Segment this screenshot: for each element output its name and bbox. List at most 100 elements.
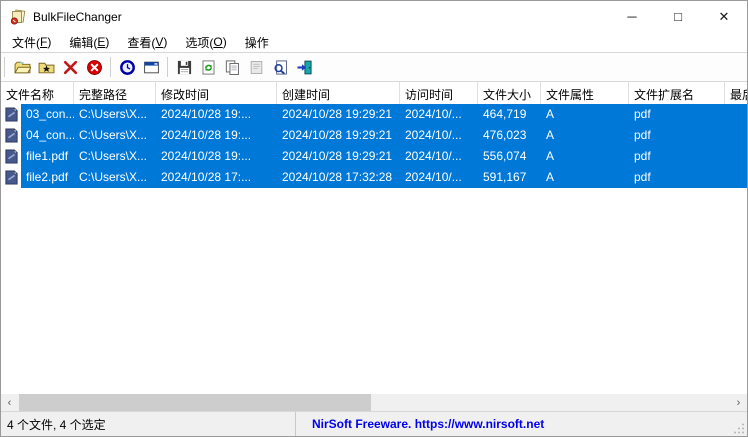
cell-attr: A — [546, 170, 555, 184]
find-icon — [273, 59, 287, 75]
cell-modified: 2024/10/28 19:... — [161, 107, 252, 121]
app-icon — [10, 8, 26, 25]
column-header[interactable]: 完整路径 — [74, 82, 156, 104]
cell-created: 2024/10/28 19:29:21 — [282, 128, 393, 142]
scroll-right-arrow[interactable]: › — [730, 394, 747, 411]
column-header[interactable]: 修改时间 — [156, 82, 277, 104]
exit-button[interactable] — [292, 55, 316, 79]
toolbar-separator — [167, 57, 168, 77]
cell-ext: pdf — [634, 149, 651, 163]
menu-item[interactable]: 文件(F) — [3, 32, 60, 52]
cell-size: 464,719 — [483, 107, 527, 121]
save-icon — [177, 60, 191, 74]
add-by-wildcard-button[interactable] — [34, 55, 58, 79]
cell-size: 476,023 — [483, 128, 527, 142]
remove-selected-button[interactable] — [58, 55, 82, 79]
copy-icon — [225, 59, 239, 75]
cell-accessed: 2024/10/... — [405, 149, 462, 163]
column-header[interactable]: 文件属性 — [541, 82, 629, 104]
window-title: BulkFileChanger — [33, 9, 122, 24]
file-row[interactable]: 03_con... C:\Users\X... 2024/10/28 19:... 2… — [1, 104, 747, 125]
clear-list-button[interactable] — [82, 55, 106, 79]
scrollbar-track[interactable] — [18, 394, 730, 411]
open-files-button[interactable] — [10, 55, 34, 79]
folder-star-icon — [38, 62, 54, 73]
bulkfilechanger-window: BulkFileChanger ─ □ ✕ 文件(F) 编辑(E) 查看(V) 选项(… — [0, 0, 748, 437]
cell-modified: 2024/10/28 19:... — [161, 149, 252, 163]
close-button[interactable]: ✕ — [701, 1, 747, 32]
scroll-left-arrow[interactable]: ‹ — [1, 394, 18, 411]
cell-last — [725, 125, 747, 146]
change-time-button[interactable] — [115, 55, 139, 79]
file-properties-button[interactable] — [244, 55, 268, 79]
cell-last — [725, 146, 747, 167]
file-type-icon — [1, 167, 21, 188]
pdf-file-icon — [5, 170, 18, 185]
cell-last — [725, 167, 747, 188]
scrollbar-thumb[interactable] — [19, 394, 371, 411]
cell-path: C:\Users\X... — [79, 107, 148, 121]
nirsoft-link[interactable]: NirSoft Freeware. https://www.nirsoft.ne… — [296, 417, 544, 431]
list-body: 03_con... C:\Users\X... 2024/10/28 19:... 2… — [1, 104, 747, 188]
cell-path: C:\Users\X... — [79, 170, 148, 184]
cell-size: 556,074 — [483, 149, 527, 163]
maximize-button[interactable]: □ — [655, 1, 701, 32]
cell-ext: pdf — [634, 170, 651, 184]
menu-item[interactable]: 编辑(E) — [60, 32, 118, 52]
exit-door-icon — [296, 60, 312, 74]
copy-button[interactable] — [220, 55, 244, 79]
cell-ext: pdf — [634, 128, 651, 142]
cell-name: file1.pdf — [26, 149, 69, 163]
cell-size: 591,167 — [483, 170, 527, 184]
file-row[interactable]: file1.pdf C:\Users\X... 2024/10/28 19:... 2… — [1, 146, 747, 167]
properties-window-button[interactable] — [139, 55, 163, 79]
title-bar: BulkFileChanger ─ □ ✕ — [1, 1, 747, 32]
horizontal-scrollbar[interactable]: ‹ › — [1, 394, 747, 411]
status-file-count: 4 个文件, 4 个选定 — [1, 412, 296, 436]
cell-path: C:\Users\X... — [79, 149, 148, 163]
column-header[interactable]: 创建时间 — [277, 82, 400, 104]
column-header[interactable]: 文件大小 — [478, 82, 541, 104]
clock-icon — [119, 59, 135, 75]
column-header[interactable]: 文件名称 — [1, 82, 74, 104]
toolbar-gripper — [4, 57, 7, 77]
cell-created: 2024/10/28 19:29:21 — [282, 149, 393, 163]
cell-name: file2.pdf — [26, 170, 69, 184]
cell-accessed: 2024/10/... — [405, 128, 462, 142]
cell-name: 04_con... — [26, 128, 74, 142]
column-header[interactable]: 文件扩展名 — [629, 82, 725, 104]
menu-bar: 文件(F) 编辑(E) 查看(V) 选项(O) 操作 — [1, 32, 747, 53]
toolbar — [1, 53, 747, 82]
find-button[interactable] — [268, 55, 292, 79]
menu-item[interactable]: 选项(O) — [176, 32, 235, 52]
status-bar: 4 个文件, 4 个选定 NirSoft Freeware. https://w… — [1, 411, 747, 436]
cell-name: 03_con... — [26, 107, 74, 121]
file-properties-disabled-icon — [250, 60, 262, 74]
refresh-button[interactable] — [196, 55, 220, 79]
cell-modified: 2024/10/28 19:... — [161, 128, 252, 142]
file-type-icon — [1, 146, 21, 167]
open-folder-icon — [13, 61, 31, 73]
file-list: 文件名称完整路径修改时间创建时间访问时间文件大小文件属性文件扩展名最后 03_c… — [1, 82, 747, 411]
column-header[interactable]: 访问时间 — [400, 82, 478, 104]
cell-created: 2024/10/28 19:29:21 — [282, 107, 393, 121]
cell-attr: A — [546, 149, 555, 163]
resize-grip-icon[interactable] — [733, 422, 745, 434]
cell-path: C:\Users\X... — [79, 128, 148, 142]
file-row[interactable]: file2.pdf C:\Users\X... 2024/10/28 17:... 2… — [1, 167, 747, 188]
minimize-button[interactable]: ─ — [609, 1, 655, 32]
cell-created: 2024/10/28 17:32:28 — [282, 170, 393, 184]
red-x-icon — [63, 60, 77, 74]
menu-item[interactable]: 操作 — [236, 32, 278, 52]
file-row[interactable]: 04_con... C:\Users\X... 2024/10/28 19:... 2… — [1, 125, 747, 146]
red-circle-x-icon — [86, 59, 102, 75]
column-header[interactable]: 最后 — [725, 82, 747, 104]
cell-ext: pdf — [634, 107, 651, 121]
window-controls: ─ □ ✕ — [609, 1, 747, 32]
properties-window-icon — [143, 61, 159, 73]
cell-attr: A — [546, 128, 555, 142]
cell-modified: 2024/10/28 17:... — [161, 170, 252, 184]
list-empty-area — [1, 188, 747, 394]
save-button[interactable] — [172, 55, 196, 79]
menu-item[interactable]: 查看(V) — [118, 32, 176, 52]
